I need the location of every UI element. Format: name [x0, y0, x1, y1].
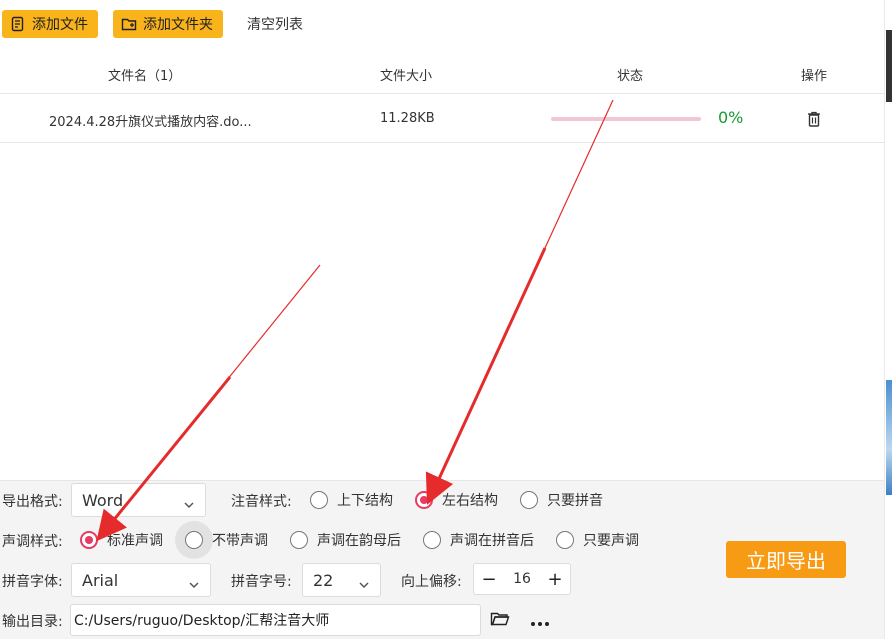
tone-option-after-final[interactable]: 声调在韵母后 [290, 530, 401, 550]
pinyin-size-label: 拼音字号: [231, 574, 292, 590]
col-header-status: 状态 [617, 69, 644, 84]
radio-indicator [520, 491, 538, 509]
pinyin-font-select[interactable]: Arial [71, 563, 211, 597]
col-header-size: 文件大小 [380, 69, 433, 84]
chevron-down-icon [358, 575, 370, 594]
file-list-icon [10, 16, 26, 32]
annotation-option-left-right[interactable]: 左右结构 [415, 490, 498, 510]
annotation-style-label: 注音样式: [231, 494, 292, 510]
annotation-option-pinyin-only[interactable]: 只要拼音 [520, 490, 603, 510]
tone-option-none[interactable]: 不带声调 [185, 530, 268, 550]
chevron-down-icon [183, 495, 195, 514]
file-name: 2024.4.28升旗仪式播放内容.do... [49, 115, 252, 130]
app-window: { "toolbar": { "add_file": "添加文件", "add_… [0, 0, 892, 639]
pinyin-font-value: Arial [82, 570, 119, 590]
tone-option-after-pinyin[interactable]: 声调在拼音后 [423, 530, 534, 550]
tone-option-tone-only[interactable]: 只要声调 [556, 530, 639, 550]
output-dir-input[interactable]: C:/Users/ruguo/Desktop/汇帮注音大师 [70, 604, 481, 636]
radio-label: 只要拼音 [547, 493, 603, 509]
progress-percent: 0% [718, 108, 744, 127]
radio-indicator [290, 531, 308, 549]
add-file-button[interactable]: 添加文件 [2, 10, 98, 38]
output-dir-label: 输出目录: [2, 614, 63, 630]
radio-indicator [423, 531, 441, 549]
export-format-select[interactable]: Word [71, 483, 206, 517]
radio-indicator [185, 531, 203, 549]
radio-indicator [556, 531, 574, 549]
arrow-to-annotation-left-right [425, 99, 614, 505]
pinyin-font-label: 拼音字体: [2, 574, 63, 590]
increment-button[interactable]: + [546, 569, 564, 590]
file-size: 11.28KB [380, 111, 435, 126]
table-header: 文件名（1） 文件大小 状态 操作 [0, 52, 884, 94]
radio-label: 上下结构 [337, 493, 393, 509]
clear-list-button[interactable]: 清空列表 [247, 10, 303, 38]
export-now-button[interactable]: 立即导出 [726, 541, 846, 578]
progress-bar [551, 117, 701, 121]
offset-stepper[interactable]: − 16 + [473, 563, 571, 595]
radio-indicator [310, 491, 328, 509]
radio-label: 不带声调 [212, 533, 268, 549]
chevron-down-icon [188, 575, 200, 594]
radio-label: 标准声调 [107, 533, 163, 549]
pinyin-size-select[interactable]: 22 [302, 563, 381, 597]
decrement-button[interactable]: − [480, 569, 498, 590]
add-folder-label: 添加文件夹 [143, 17, 213, 33]
offset-label: 向上偏移: [401, 574, 462, 590]
radio-indicator-selected [80, 531, 98, 549]
export-format-label: 导出格式: [2, 494, 63, 510]
radio-label: 声调在韵母后 [317, 533, 401, 549]
tone-option-standard[interactable]: 标准声调 [80, 530, 163, 550]
radio-label: 只要声调 [583, 533, 639, 549]
radio-indicator-selected [415, 491, 433, 509]
adjacent-window-edge [884, 0, 892, 639]
trash-icon[interactable] [806, 110, 822, 132]
col-header-name: 文件名（1） [108, 69, 182, 84]
folder-plus-icon [121, 16, 137, 32]
export-format-value: Word [82, 490, 124, 510]
col-header-action: 操作 [801, 69, 828, 84]
radio-label: 声调在拼音后 [450, 533, 534, 549]
edge-image-fragment [886, 380, 892, 495]
offset-value: 16 [513, 571, 531, 587]
edge-divider [886, 30, 892, 102]
annotation-option-top-bottom[interactable]: 上下结构 [310, 490, 393, 510]
add-file-label: 添加文件 [32, 17, 88, 33]
tone-style-label: 声调样式: [2, 534, 63, 550]
table-row[interactable]: 2024.4.28升旗仪式播放内容.do... 11.28KB 0% [0, 95, 884, 143]
radio-label: 左右结构 [442, 493, 498, 509]
pinyin-size-value: 22 [313, 570, 334, 590]
add-folder-button[interactable]: 添加文件夹 [113, 10, 223, 38]
output-dir-value: C:/Users/ruguo/Desktop/汇帮注音大师 [74, 613, 330, 629]
folder-open-icon[interactable] [490, 611, 510, 631]
ellipsis-icon[interactable] [530, 614, 550, 633]
